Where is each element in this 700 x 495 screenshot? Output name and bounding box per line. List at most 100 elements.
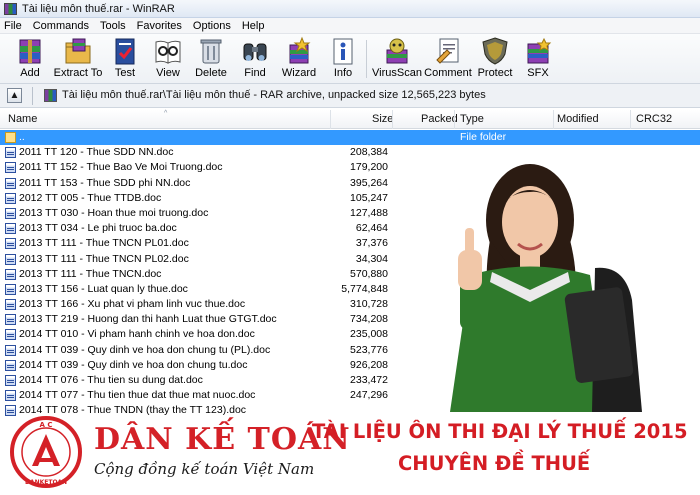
delete-button[interactable]: Delete [186,36,236,79]
file-size: 233,472 [350,374,388,386]
word-document-icon [5,283,16,295]
file-size: 179,200 [350,161,388,174]
address-path[interactable]: Tài liệu môn thuế.rar\Tài liệu môn thuế … [62,89,486,101]
word-document-icon [5,344,16,356]
column-modified[interactable]: Modified [557,113,599,125]
file-name: 2013 TT 111 - Thue TNCN PL02.doc [19,252,189,265]
column-packed[interactable]: Packed [421,113,458,125]
brand-slogan: Cộng đồng kế toán Việt Nam [94,460,315,478]
info-button[interactable]: Info [318,36,368,79]
protect-icon [480,36,510,66]
comment-button[interactable]: Comment [422,36,474,79]
svg-text:DANKETOAN: DANKETOAN [25,479,67,486]
word-document-icon [5,177,16,189]
dan-ke-toan-logo: A C DANKETOAN DÂN KẾ TOÁN Cộng đồng kế t… [8,414,350,490]
wizard-icon [284,36,314,66]
file-size: 34,304 [355,252,388,265]
add-button[interactable]: Add [5,36,55,79]
menu-options[interactable]: Options [193,20,231,32]
sort-ascending-icon: ^ [164,110,168,117]
file-name: 2012 TT 005 - Thue TTDB.doc [19,191,162,204]
wizard-button[interactable]: Wizard [274,36,324,79]
word-document-icon [5,207,16,219]
sfx-label: SFX [527,67,549,79]
file-size: 523,776 [350,343,388,356]
word-document-icon [5,299,16,311]
column-type[interactable]: Type [460,113,484,125]
rar-archive-icon [44,89,57,102]
file-name: 2013 TT 156 - Luat quan ly thue.doc [19,282,188,295]
virusscan-icon [382,36,412,66]
file-size: 247,296 [350,389,388,402]
file-name: 2014 TT 010 - Vi pham hanh chinh ve hoa … [19,328,255,341]
column-divider[interactable] [392,110,393,129]
file-size: 37,376 [355,237,388,250]
virusscan-button[interactable]: VirusScan [370,36,424,79]
word-document-icon [5,390,16,402]
promo-subheadline: CHUYÊN ĐỀ THUẾ [398,452,591,475]
file-list-header: Name ^ Size Packed Type Modified CRC32 [0,110,700,129]
column-divider[interactable] [630,110,631,129]
file-size: 926,208 [350,358,388,371]
toolbar: Add Extract To Test View Delete Find Wiz… [0,34,700,84]
sfx-icon [523,36,553,66]
word-document-icon [5,162,16,174]
comment-label: Comment [424,67,472,79]
menu-bar: File Commands Tools Favorites Options He… [0,18,700,34]
sfx-button[interactable]: SFX [513,36,563,79]
file-size: 310,728 [350,298,388,311]
file-size: 395,264 [350,176,388,189]
column-name[interactable]: Name [8,113,37,125]
word-document-icon [5,359,16,371]
word-document-icon [5,147,16,159]
file-size: 570,880 [350,267,388,280]
column-size[interactable]: Size [372,113,393,125]
info-label: Info [333,67,353,79]
file-name: 2013 TT 166 - Xu phat vi pham linh vuc t… [19,298,246,311]
menu-tools[interactable]: Tools [100,20,126,32]
word-document-icon [5,314,16,326]
title-bar: Tài liệu môn thuế.rar - WinRAR [0,0,700,18]
test-icon [110,36,140,66]
word-document-icon [5,253,16,265]
delete-label: Delete [195,67,227,79]
find-icon [240,36,270,66]
view-icon [153,36,183,66]
file-size: 62,464 [355,222,388,235]
menu-favorites[interactable]: Favorites [137,20,182,32]
column-divider[interactable] [330,110,331,129]
address-separator [32,87,33,105]
file-name: 2013 TT 219 - Huong dan thi hanh Luat th… [19,313,277,326]
word-document-icon [5,223,16,235]
file-size: 734,208 [350,313,388,326]
column-divider[interactable] [553,110,554,129]
menu-file[interactable]: File [4,20,22,32]
word-document-icon [5,238,16,250]
virusscan-label: VirusScan [372,67,422,79]
menu-help[interactable]: Help [242,20,265,32]
file-name: 2011 TT 120 - Thue SDD NN.doc [19,146,174,159]
add-label: Add [20,67,40,79]
word-document-icon [5,192,16,204]
file-type: File folder [460,131,507,143]
winrar-app-icon [4,2,17,15]
extract-to-button[interactable]: Extract To [52,36,104,79]
column-divider[interactable] [454,110,455,129]
student-thumbs-up-illustration [420,150,692,412]
menu-commands[interactable]: Commands [33,20,89,32]
extract-to-label: Extract To [53,67,103,79]
toolbar-separator [366,40,367,78]
find-button[interactable]: Find [230,36,280,79]
file-name: 2013 TT 111 - Thue TNCN.doc [19,267,162,280]
file-name: 2011 TT 153 - Thue SDD phi NN.doc [19,176,191,189]
promo-headline: TÀI LIỆU ÔN THI ĐẠI LÝ THUẾ 2015 [312,420,688,443]
parent-folder-row[interactable]: .. File folder [0,130,700,146]
window-title: Tài liệu môn thuế.rar - WinRAR [22,2,175,15]
add-archive-icon [15,36,45,66]
delete-icon [196,36,226,66]
column-crc32[interactable]: CRC32 [636,113,672,125]
arrow-up-icon: ▲ [9,90,20,101]
file-name: 2014 TT 039 - Quy dinh ve hoa don chung … [19,358,248,371]
file-name: 2011 TT 152 - Thue Bao Ve Moi Truong.doc [19,161,223,174]
up-one-level-button[interactable]: ▲ [7,88,22,103]
